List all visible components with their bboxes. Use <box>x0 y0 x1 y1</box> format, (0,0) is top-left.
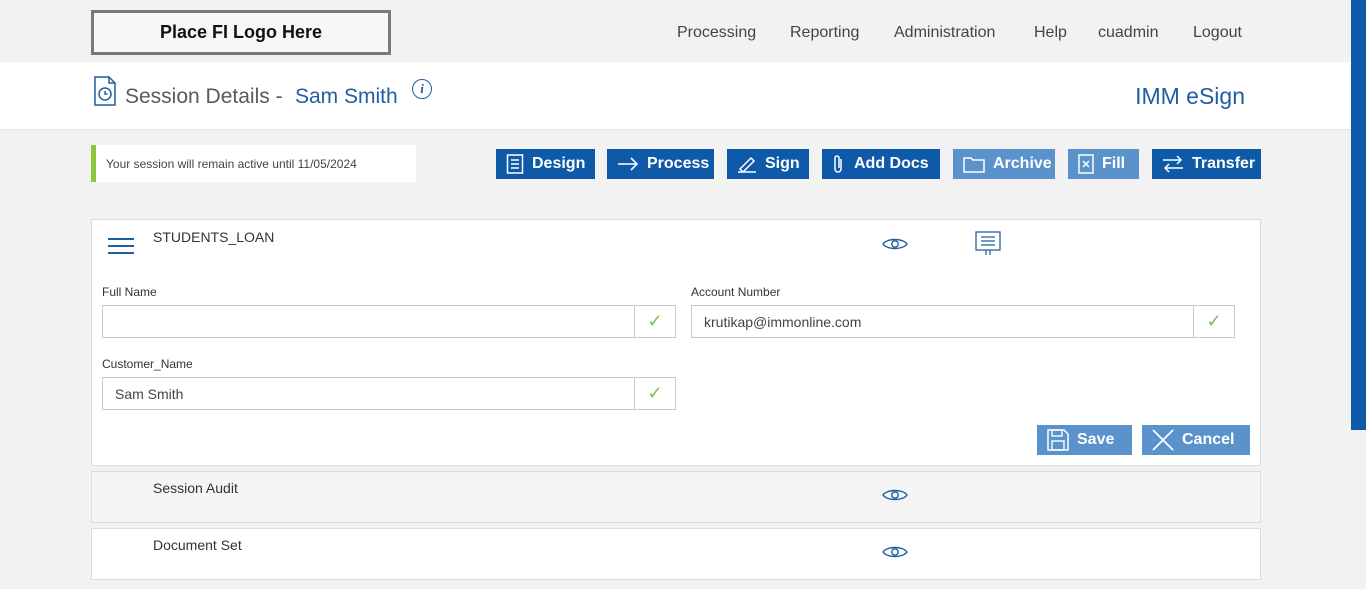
document-set-panel[interactable]: Document Set <box>91 528 1261 580</box>
page-title-name: Sam Smith <box>295 85 398 108</box>
page-title-prefix: Session Details - <box>125 85 283 108</box>
form-fill-icon <box>1078 154 1094 174</box>
customer-name-label: Customer_Name <box>102 357 193 371</box>
transfer-button[interactable]: Transfer <box>1152 149 1261 179</box>
design-label: Design <box>532 155 586 172</box>
logo-placeholder: Place FI Logo Here <box>91 10 391 55</box>
nav-processing[interactable]: Processing <box>677 24 756 42</box>
process-button[interactable]: Process <box>607 149 714 179</box>
close-icon <box>1152 429 1174 451</box>
scrollbar[interactable] <box>1351 0 1366 430</box>
sign-label: Sign <box>765 155 800 172</box>
check-icon: ✓ <box>634 378 675 409</box>
account-number-field[interactable]: krutikap@immonline.com ✓ <box>691 305 1235 338</box>
session-audit-panel[interactable]: Session Audit <box>91 471 1261 523</box>
sign-button[interactable]: Sign <box>727 149 809 179</box>
paperclip-icon <box>834 155 842 173</box>
account-number-label: Account Number <box>691 285 781 299</box>
check-icon: ✓ <box>634 306 675 337</box>
pen-icon <box>738 156 756 173</box>
presentation-icon[interactable] <box>975 231 1001 257</box>
document-set-title: Document Set <box>153 537 242 553</box>
design-button[interactable]: Design <box>496 149 595 179</box>
customer-name-field[interactable]: Sam Smith ✓ <box>102 377 676 410</box>
nav-reporting[interactable]: Reporting <box>790 24 859 42</box>
add-docs-label: Add Docs <box>854 155 929 172</box>
list-icon <box>506 154 524 174</box>
eye-icon[interactable] <box>882 237 908 251</box>
cancel-label: Cancel <box>1182 431 1235 448</box>
top-bar: Place FI Logo Here Processing Reporting … <box>0 0 1366 62</box>
full-name-field[interactable]: ✓ <box>102 305 676 338</box>
account-number-value[interactable]: krutikap@immonline.com <box>692 306 1193 337</box>
session-expiry-notice: Your session will remain active until 11… <box>91 145 416 182</box>
nav-help[interactable]: Help <box>1034 24 1067 42</box>
floppy-disk-icon <box>1047 429 1069 451</box>
nav-logout[interactable]: Logout <box>1193 24 1242 42</box>
fill-label: Fill <box>1102 155 1126 172</box>
save-label: Save <box>1077 431 1115 448</box>
session-audit-title: Session Audit <box>153 480 238 496</box>
eye-icon[interactable] <box>882 545 908 559</box>
arrow-right-icon <box>618 157 639 171</box>
menu-icon[interactable] <box>108 238 134 254</box>
eye-icon[interactable] <box>882 488 908 502</box>
process-label: Process <box>647 155 710 172</box>
document-history-icon <box>94 76 116 106</box>
nav-administration[interactable]: Administration <box>894 24 995 42</box>
customer-name-value[interactable]: Sam Smith <box>103 378 634 409</box>
title-bar: Session Details - Sam Smith i IMM eSign <box>0 62 1351 129</box>
add-docs-button[interactable]: Add Docs <box>822 149 940 179</box>
folder-icon <box>963 157 985 173</box>
fill-button[interactable]: Fill <box>1068 149 1139 179</box>
transfer-label: Transfer <box>1192 155 1256 172</box>
full-name-value[interactable] <box>103 306 634 337</box>
save-button[interactable]: Save <box>1037 425 1132 455</box>
check-icon: ✓ <box>1193 306 1234 337</box>
transfer-icon <box>1163 155 1183 173</box>
form-panel-title: STUDENTS_LOAN <box>153 229 275 245</box>
archive-label: Archive <box>993 155 1052 172</box>
nav-user[interactable]: cuadmin <box>1098 24 1158 42</box>
archive-button[interactable]: Archive <box>953 149 1055 179</box>
form-panel: STUDENTS_LOAN Full Name ✓ Account Number… <box>91 219 1261 466</box>
info-icon[interactable]: i <box>412 79 432 99</box>
full-name-label: Full Name <box>102 285 157 299</box>
product-brand: IMM eSign <box>1135 83 1245 109</box>
cancel-button[interactable]: Cancel <box>1142 425 1250 455</box>
